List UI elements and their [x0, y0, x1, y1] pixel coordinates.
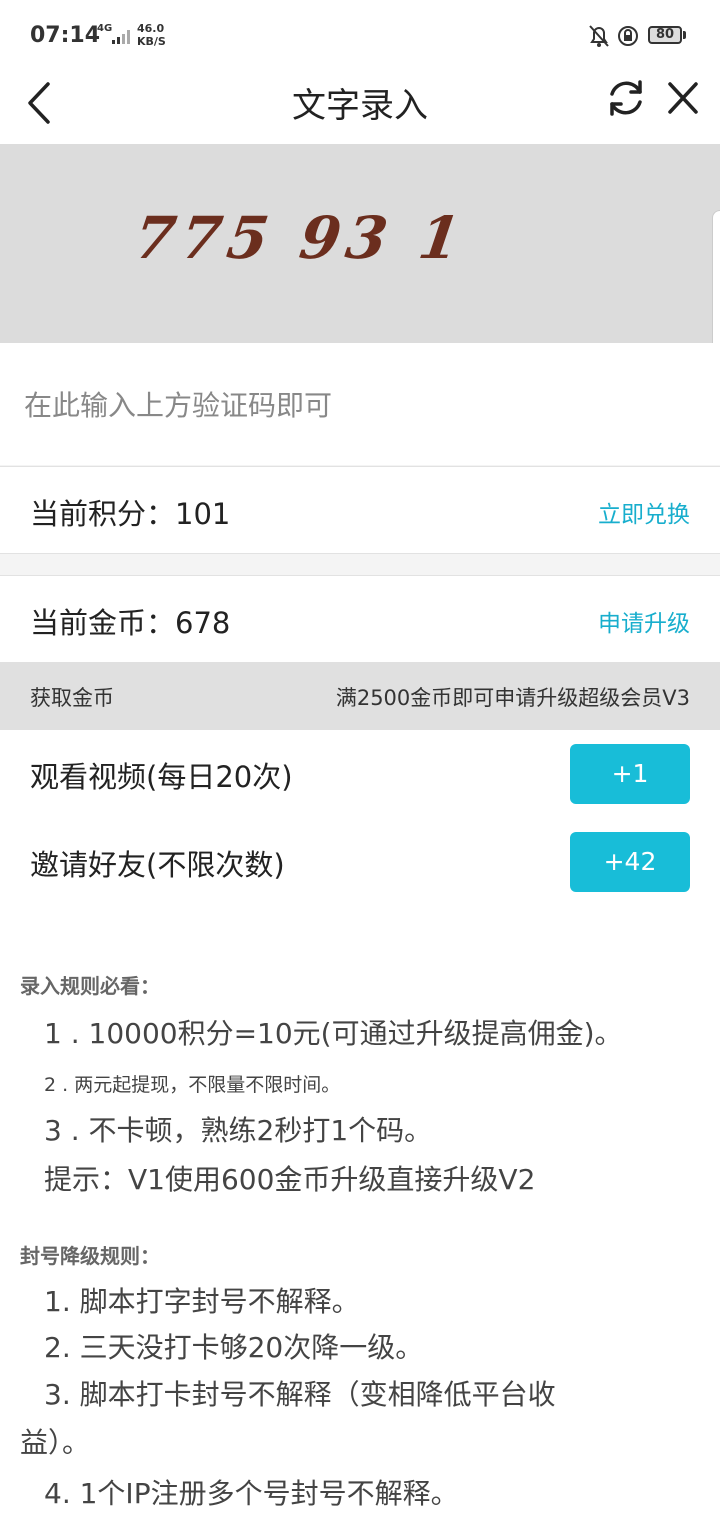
task-row-invite-friends: 邀请好友(不限次数) +42 — [0, 818, 720, 906]
rotation-lock-icon — [618, 26, 638, 46]
network-type: 4G — [97, 23, 113, 34]
rules-section: 录入规则必看： 1 . 10000积分=10元(可通过升级提高佣金)。 2 . … — [0, 906, 720, 1520]
task-row-watch-video: 观看视频(每日20次) +1 — [0, 730, 720, 819]
speed-value: 46.0 — [137, 22, 165, 35]
earn-coins-note: 满2500金币即可申请升级超级会员V3 — [335, 686, 690, 710]
close-icon[interactable] — [664, 78, 702, 118]
battery-cap — [683, 31, 686, 39]
invite-friends-button[interactable]: +42 — [570, 832, 690, 892]
earn-coins-title: 获取金币 — [30, 686, 114, 710]
entry-rule-item: 1 . 10000积分=10元(可通过升级提高佣金)。 — [44, 1017, 623, 1050]
ban-rule-item: 2. 三天没打卡够20次降一级。 — [44, 1331, 424, 1364]
redeem-link[interactable]: 立即兑换 — [598, 495, 690, 529]
points-card: 当前积分：101 立即兑换 — [0, 466, 720, 554]
ban-rules-title: 封号降级规则： — [20, 1244, 160, 1268]
refresh-icon[interactable] — [604, 76, 648, 120]
coins-card: 当前金币：678 申请升级 — [0, 575, 720, 663]
entry-rule-tip: 提示：V1使用600金币升级直接升级V2 — [44, 1163, 536, 1196]
entry-rule-item: 3 . 不卡顿，熟练2秒打1个码。 — [44, 1114, 433, 1147]
captcha-input[interactable] — [22, 379, 686, 431]
speed-unit: KB/S — [137, 35, 166, 48]
ban-rule-item: 4. 1个IP注册多个号封号不解释。 — [44, 1477, 459, 1510]
network-speed: 46.0 KB/S — [137, 22, 166, 48]
task-label: 观看视频(每日20次) — [30, 760, 293, 794]
ban-rule-item: 3. 脚本打卡封号不解释（变相降低平台收 — [44, 1378, 556, 1411]
points-label: 当前积分：101 — [30, 497, 231, 531]
ban-rule-item: 1. 脚本打字封号不解释。 — [44, 1285, 360, 1318]
task-label: 邀请好友(不限次数) — [30, 848, 285, 882]
captcha-input-row — [0, 343, 720, 465]
entry-rule-item: 2 . 两元起提现，不限量不限时间。 — [44, 1074, 341, 1096]
ban-rule-item-continued: 益）。 — [20, 1426, 91, 1459]
entry-rules-title: 录入规则必看： — [20, 974, 160, 998]
upgrade-link[interactable]: 申请升级 — [598, 604, 690, 638]
battery-icon: 80 — [648, 26, 682, 44]
nav-bar: 文字录入 — [0, 70, 720, 144]
earn-coins-header: 获取金币 满2500金币即可申请升级超级会员V3 — [0, 662, 720, 730]
status-bar: 07:14 4G 46.0 KB/S 80 — [0, 0, 720, 70]
captcha-text: 775 93 1 — [130, 204, 471, 272]
coins-label: 当前金币：678 — [30, 606, 231, 640]
bell-muted-icon — [589, 25, 609, 47]
signal-icon — [112, 30, 130, 44]
status-time: 07:14 — [30, 23, 101, 48]
captcha-image[interactable]: 775 93 1 — [0, 144, 720, 343]
watch-video-button[interactable]: +1 — [570, 744, 690, 804]
